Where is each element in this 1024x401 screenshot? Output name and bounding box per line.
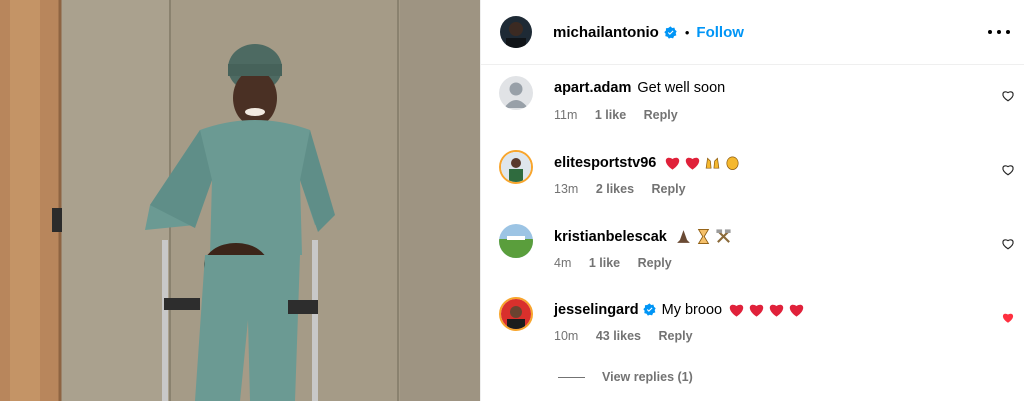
author-username[interactable]: michailantonio bbox=[553, 24, 659, 41]
commenter-avatar[interactable] bbox=[499, 297, 533, 331]
replies-divider bbox=[558, 376, 585, 378]
like-heart-icon[interactable] bbox=[1001, 163, 1015, 176]
comment-time: 11m bbox=[554, 108, 578, 122]
comment-username[interactable]: kristianbelescak bbox=[554, 229, 667, 245]
comment-item: elitesportstv96 13m 2 likes Reply bbox=[481, 150, 1024, 210]
red-heart-icon bbox=[749, 304, 764, 317]
liked-heart-icon[interactable] bbox=[1001, 311, 1015, 324]
comment-time: 13m bbox=[554, 182, 579, 196]
verified-badge-icon bbox=[642, 303, 656, 316]
comment-username[interactable]: apart.adam bbox=[554, 80, 631, 96]
separator-dot: • bbox=[684, 24, 690, 40]
comment-time: 10m bbox=[554, 329, 579, 343]
more-options-icon[interactable] bbox=[988, 22, 1010, 42]
red-heart-icon bbox=[769, 304, 784, 317]
red-heart-icon bbox=[686, 157, 700, 170]
view-replies-button[interactable]: View replies (1) bbox=[558, 370, 693, 384]
follow-button[interactable]: Follow bbox=[696, 24, 744, 41]
comment-emojis bbox=[664, 154, 741, 171]
reply-button[interactable]: Reply bbox=[638, 256, 672, 270]
reply-button[interactable]: Reply bbox=[652, 182, 686, 196]
red-heart-icon bbox=[666, 157, 680, 170]
comment-likes[interactable]: 1 like bbox=[595, 108, 626, 122]
hammer-and-pick-icon bbox=[716, 229, 731, 243]
reply-button[interactable]: Reply bbox=[644, 108, 678, 122]
raising-hands-icon bbox=[706, 157, 720, 169]
red-heart-icon bbox=[789, 304, 804, 317]
comment-username[interactable]: jesselingard bbox=[554, 302, 639, 318]
red-heart-icon bbox=[729, 304, 744, 317]
comment-emojis bbox=[675, 228, 732, 245]
post-header: michailantonio • Follow bbox=[481, 0, 1024, 65]
clapping-hands-icon bbox=[726, 156, 739, 170]
comment-item: jesselingard My brooo 10m 43 likes Reply bbox=[481, 297, 1024, 357]
hourglass-icon bbox=[697, 228, 710, 245]
like-heart-icon[interactable] bbox=[1001, 89, 1015, 102]
reply-button[interactable]: Reply bbox=[658, 329, 692, 343]
comment-item: kristianbelescak 4m 1 like Reply bbox=[481, 224, 1024, 284]
commenter-avatar[interactable] bbox=[499, 150, 533, 184]
comment-likes[interactable]: 1 like bbox=[589, 256, 620, 270]
commenter-avatar[interactable] bbox=[499, 224, 533, 258]
comment-time: 4m bbox=[554, 256, 572, 270]
view-replies-label[interactable]: View replies (1) bbox=[602, 370, 693, 384]
author-avatar[interactable] bbox=[500, 16, 532, 48]
comment-username[interactable]: elitesportstv96 bbox=[554, 155, 656, 171]
praying-hands-icon bbox=[676, 230, 690, 243]
comment-text: Get well soon bbox=[637, 80, 726, 96]
comment-likes[interactable]: 2 likes bbox=[596, 182, 634, 196]
verified-badge-icon bbox=[664, 25, 677, 39]
comments-panel: michailantonio • Follow apart.adam Get w… bbox=[480, 0, 1024, 401]
comment-emojis bbox=[728, 301, 805, 318]
post-image bbox=[0, 0, 480, 401]
commenter-avatar[interactable] bbox=[499, 76, 533, 110]
like-heart-icon[interactable] bbox=[1001, 237, 1015, 250]
comment-likes[interactable]: 43 likes bbox=[596, 329, 641, 343]
comment-item: apart.adam Get well soon 11m 1 like Repl… bbox=[481, 76, 1024, 136]
comment-text: My brooo bbox=[661, 301, 723, 318]
